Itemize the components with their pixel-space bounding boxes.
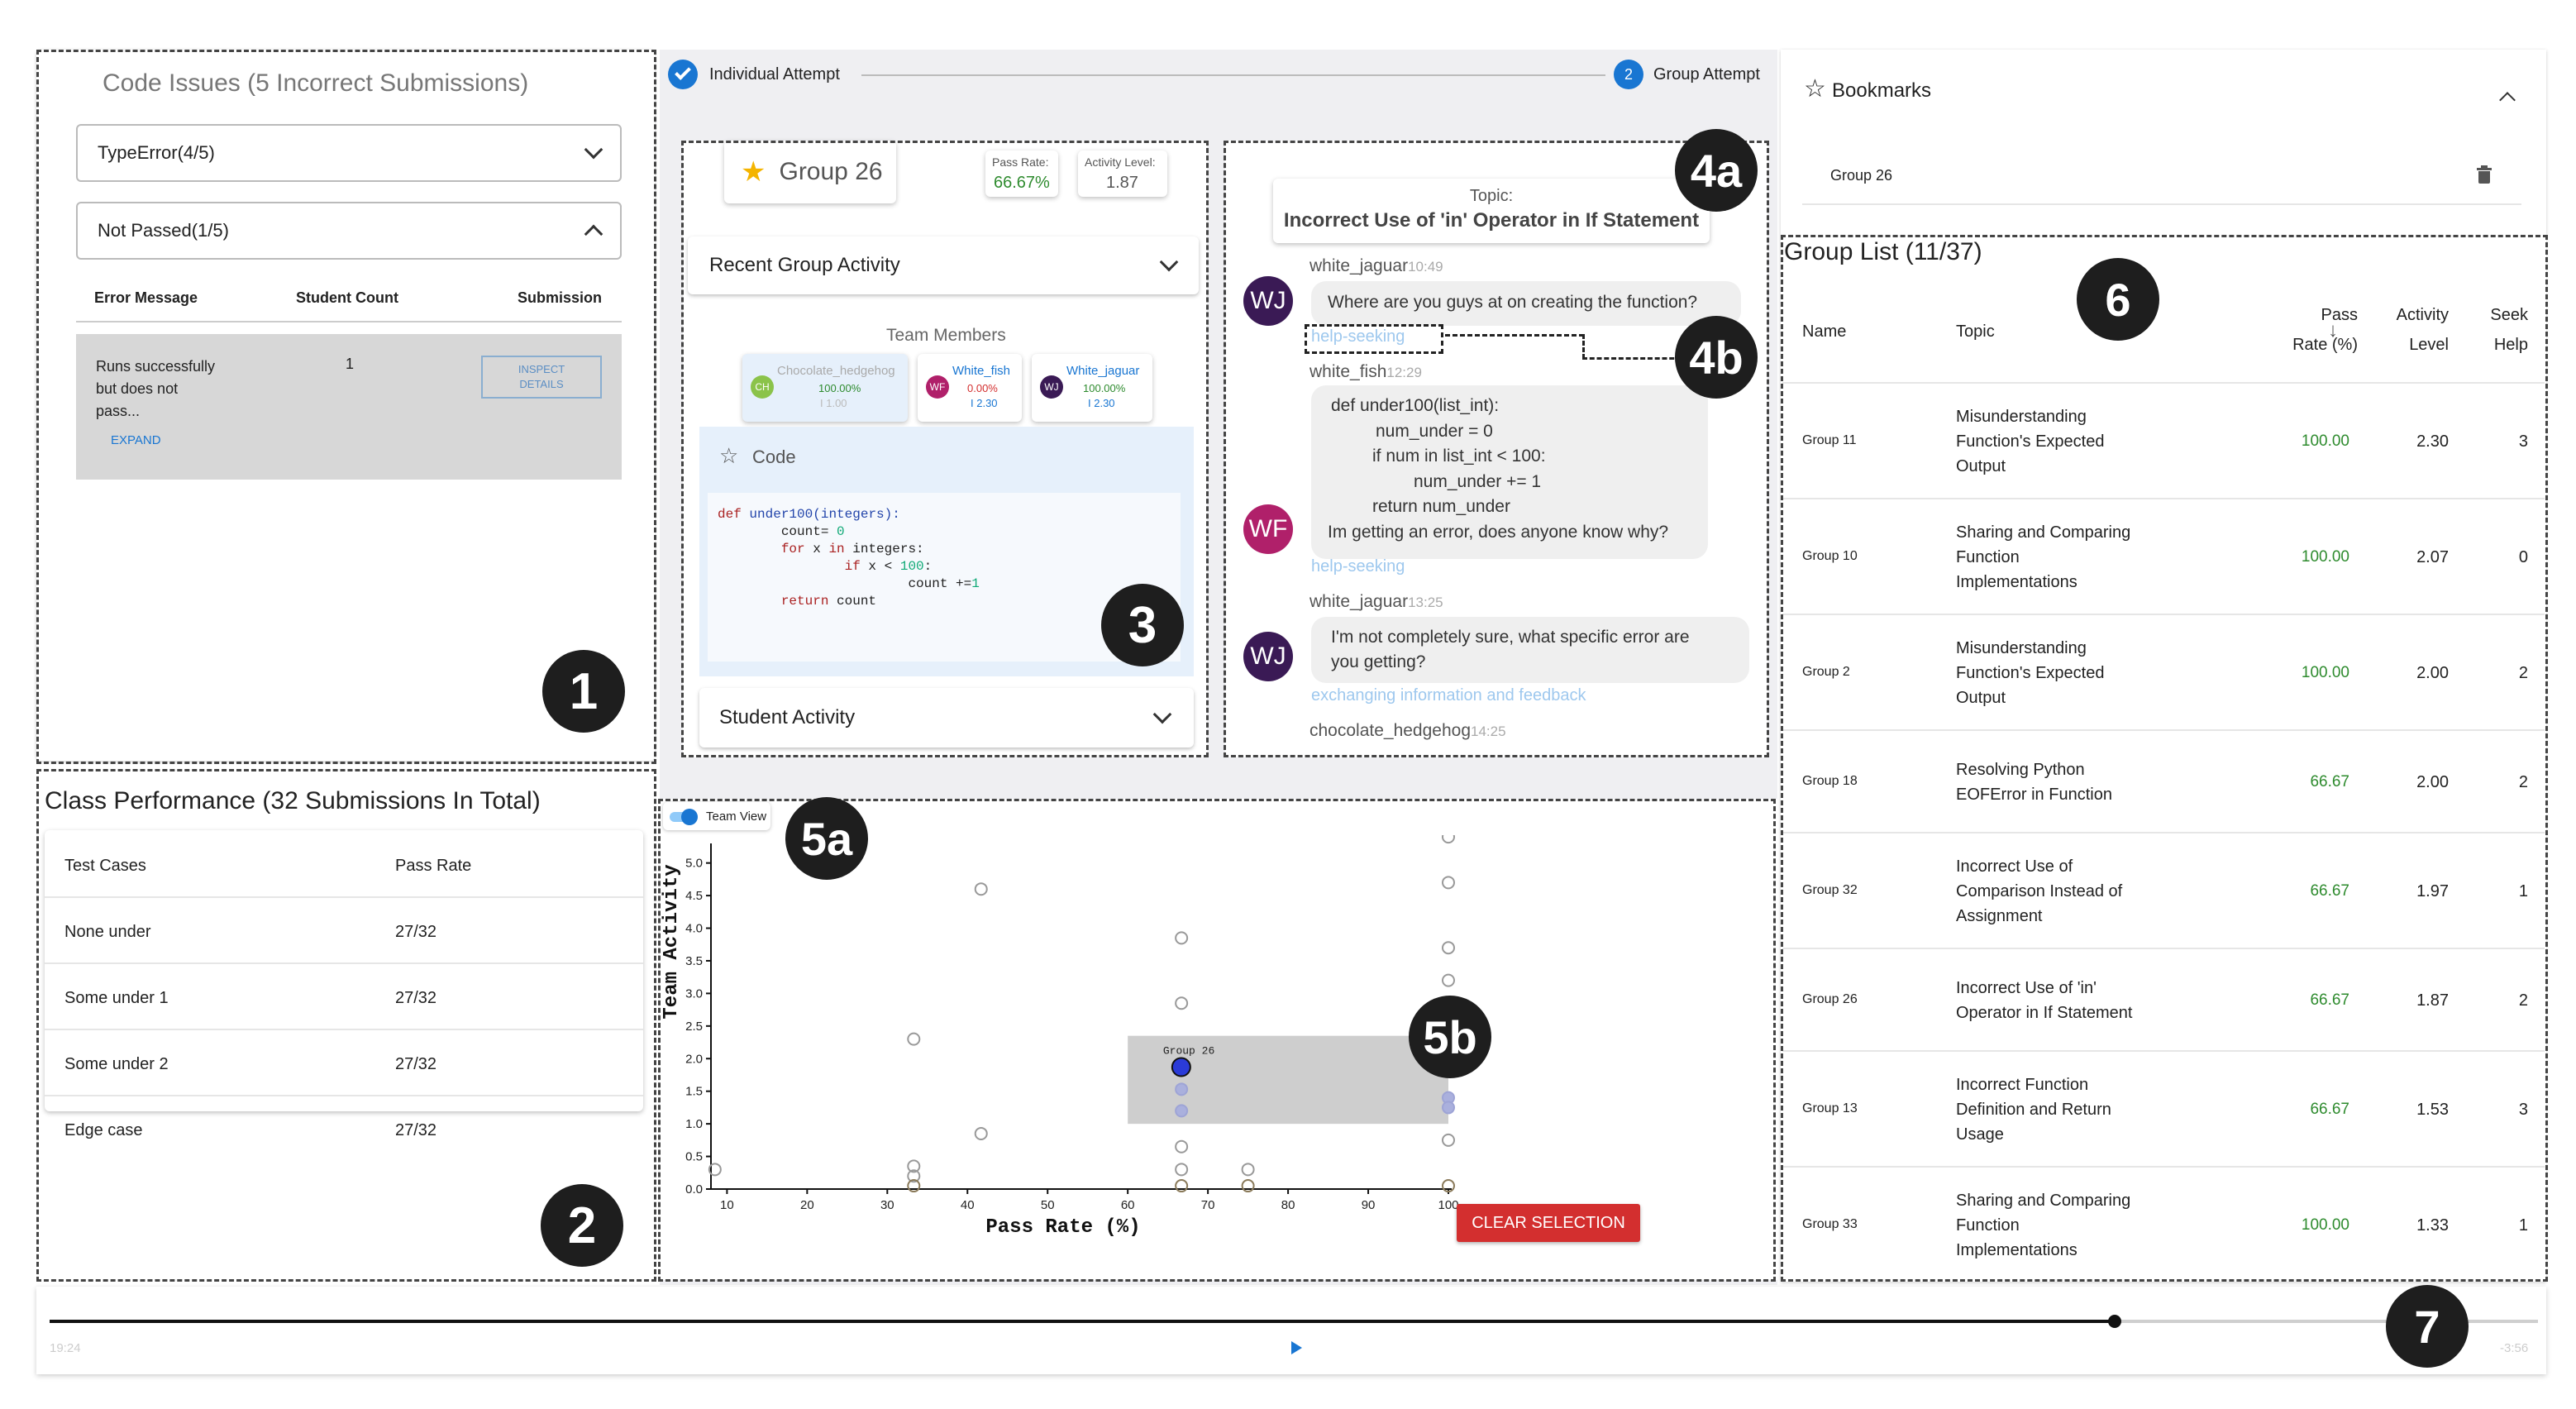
badge-2: 2	[541, 1184, 623, 1267]
star-outline-icon: ☆	[1804, 75, 1826, 103]
badge-6: 6	[2077, 258, 2159, 341]
step-group-attempt[interactable]: Group Attempt	[1653, 65, 1760, 84]
connector-line-4b	[1445, 334, 1584, 337]
chevron-up-icon[interactable]	[2499, 92, 2516, 108]
timeline-start-time: 19:24	[50, 1341, 81, 1355]
connector-line-4b-3	[1582, 357, 1682, 360]
step-2-icon: 2	[1614, 60, 1643, 89]
badge-3: 3	[1101, 584, 1184, 666]
badge-4a: 4a	[1675, 129, 1758, 212]
timeline-end-time: -3:56	[2500, 1341, 2529, 1355]
stepper: Individual Attempt 2 Group Attempt	[660, 50, 1777, 99]
badge-1: 1	[542, 650, 625, 733]
region-3-outline	[681, 141, 1209, 757]
badge-5a: 5a	[785, 797, 868, 880]
bookmark-group-name: Group 26	[1830, 167, 1893, 184]
bookmarks-title: Bookmarks	[1832, 79, 1932, 102]
badge-7: 7	[2386, 1285, 2469, 1368]
timeline-bar: 19:24 -3:56	[36, 1287, 2546, 1374]
trash-icon[interactable]	[2477, 165, 2492, 184]
stepper-connector	[861, 74, 1605, 76]
region-6-outline	[1781, 235, 2548, 1282]
connector-line-4b-2	[1582, 334, 1585, 359]
play-icon[interactable]	[1291, 1341, 1302, 1354]
timeline-progress	[50, 1320, 2116, 1323]
badge-4b: 4b	[1675, 316, 1758, 399]
badge-5b: 5b	[1409, 996, 1491, 1078]
region-4-outline	[1224, 141, 1769, 757]
bookmarks-header[interactable]: ☆ Bookmarks	[1781, 50, 2546, 132]
timeline-handle[interactable]	[2108, 1315, 2122, 1328]
step-individual-attempt[interactable]: Individual Attempt	[709, 65, 840, 84]
bookmark-item[interactable]: Group 26	[1802, 150, 2521, 205]
check-icon	[668, 60, 698, 89]
